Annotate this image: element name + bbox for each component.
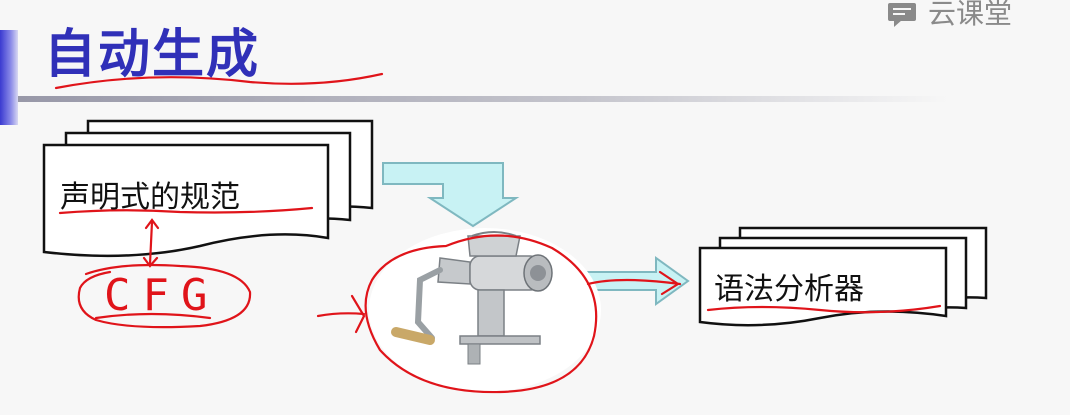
cfg-handwritten-label: CFG: [104, 270, 220, 321]
meat-grinder-icon: [369, 228, 601, 392]
title-underline: [54, 72, 384, 90]
down-bent-arrow: [382, 162, 520, 228]
output-document-label: 语法分析器: [714, 272, 864, 307]
spec-document-label: 声明式的规范: [60, 180, 240, 215]
left-pointer: [316, 294, 366, 334]
